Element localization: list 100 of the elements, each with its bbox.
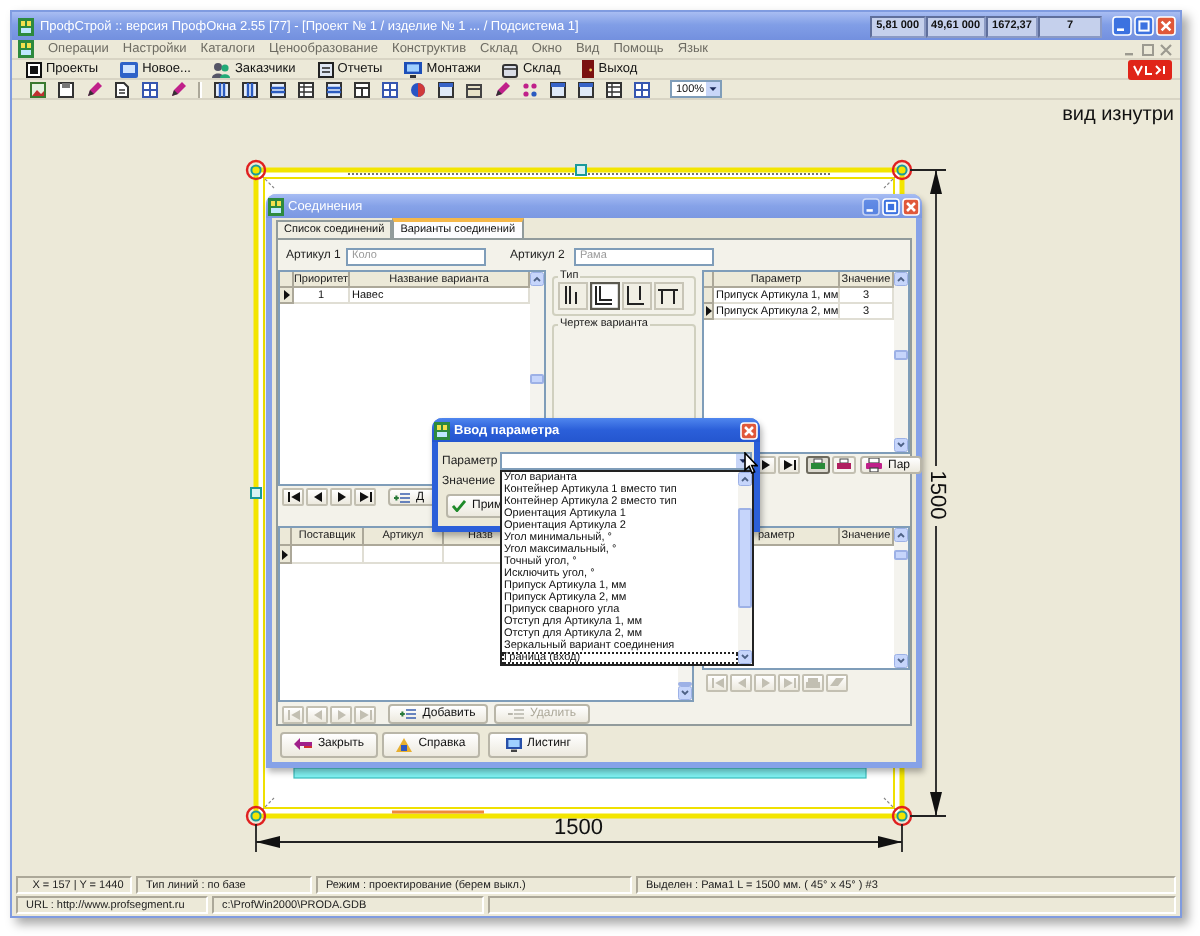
pencil-icon[interactable]: [170, 81, 186, 97]
joint-type-button[interactable]: [654, 282, 684, 310]
minimize-button[interactable]: [862, 197, 880, 215]
corner-marker[interactable]: [891, 159, 913, 181]
columns-icon[interactable]: [242, 81, 258, 97]
skip-back-icon: [287, 492, 299, 502]
last-record-button[interactable]: [778, 456, 800, 474]
print-toggle-button[interactable]: [832, 456, 856, 474]
screen-icon: [120, 61, 139, 77]
monitor-icon: [505, 737, 522, 751]
joint-type-button[interactable]: [622, 282, 652, 310]
skip-back-icon: [287, 709, 299, 719]
table-cell[interactable]: [292, 546, 364, 564]
skip-forward-icon: [359, 709, 371, 719]
triangle-left-icon: [313, 492, 321, 502]
add-row-icon: [400, 708, 417, 720]
scroll-up-button[interactable]: [894, 272, 908, 286]
maximize-button[interactable]: [1134, 16, 1154, 36]
grid-icon[interactable]: [142, 81, 158, 97]
dots-icon[interactable]: [522, 81, 538, 97]
scrollbar[interactable]: [738, 472, 752, 664]
triangle-right-icon: [761, 460, 769, 470]
row-indicator[interactable]: [280, 546, 292, 564]
scroll-down-button[interactable]: [894, 438, 908, 452]
scroll-up-button[interactable]: [738, 472, 752, 486]
print-toggle-button[interactable]: [806, 456, 830, 474]
grid-icon[interactable]: [634, 81, 650, 97]
triangle-right-icon: [282, 549, 288, 559]
scrollbar-thumb[interactable]: [530, 373, 544, 383]
skip-back-icon: [711, 677, 723, 687]
skip-forward-icon: [359, 492, 371, 502]
last-record-button[interactable]: [354, 488, 376, 506]
corner-marker[interactable]: [245, 805, 267, 827]
minimize-button[interactable]: [1112, 16, 1132, 36]
previous-record-button[interactable]: [306, 488, 328, 506]
page-icon[interactable]: [114, 81, 130, 97]
monitor-icon: [404, 61, 423, 77]
printer-icon: [866, 458, 882, 472]
arrows-icon: [293, 738, 312, 750]
check-icon: [452, 500, 466, 512]
triangle-right-icon: [761, 677, 769, 687]
rows-icon[interactable]: [270, 81, 286, 97]
row-indicator[interactable]: [280, 288, 294, 304]
scrollbar[interactable]: [894, 528, 908, 668]
window-icon[interactable]: [550, 81, 566, 97]
next-record-button[interactable]: [330, 488, 352, 506]
row-indicator[interactable]: [704, 304, 714, 320]
dimension-label: 1500: [925, 470, 948, 520]
triangle-left-icon: [737, 677, 745, 687]
window-grid-icon: [18, 17, 34, 35]
frame-icon: [26, 61, 42, 77]
scroll-up-button[interactable]: [530, 272, 544, 286]
pencil-icon[interactable]: [86, 81, 102, 97]
picture-icon[interactable]: [30, 81, 46, 97]
columns-icon[interactable]: [214, 81, 230, 97]
joint-type-button[interactable]: [558, 282, 588, 310]
table-cell[interactable]: [364, 546, 444, 564]
scroll-down-button[interactable]: [894, 654, 908, 668]
pencil-icon[interactable]: [494, 81, 510, 97]
corner-marker[interactable]: [245, 159, 267, 181]
add-row-icon: [394, 491, 410, 503]
dropdown-arrow-icon[interactable]: [706, 82, 720, 96]
first-record-button[interactable]: [282, 488, 304, 506]
circle-icon[interactable]: [410, 81, 426, 97]
triangle-right-icon: [705, 306, 711, 316]
triangle-right-icon: [283, 290, 289, 300]
scroll-down-button[interactable]: [738, 650, 752, 664]
box-icon[interactable]: [466, 81, 482, 97]
joint-type-button[interactable]: [590, 282, 620, 310]
document-icon: [317, 61, 334, 77]
table-icon[interactable]: [298, 81, 314, 97]
rows-icon[interactable]: [326, 81, 342, 97]
midpoint-marker[interactable]: [250, 487, 262, 499]
scroll-down-button[interactable]: [678, 686, 692, 700]
midpoint-marker[interactable]: [575, 164, 587, 176]
grid-icon[interactable]: [382, 81, 398, 97]
window-icon[interactable]: [438, 81, 454, 97]
triangle-left-icon: [313, 709, 321, 719]
triangle-right-icon: [337, 492, 345, 502]
scroll-up-button[interactable]: [894, 528, 908, 542]
maximize-button[interactable]: [882, 197, 900, 215]
tee-icon[interactable]: [354, 81, 370, 97]
skip-forward-icon: [783, 460, 795, 470]
people-icon: [212, 61, 231, 77]
printer-icon: [806, 677, 820, 687]
dimension-label: 1500: [554, 818, 603, 840]
corner-marker[interactable]: [891, 805, 913, 827]
scrollbar-thumb[interactable]: [738, 507, 752, 608]
table-icon[interactable]: [606, 81, 622, 97]
door-icon: [582, 60, 595, 78]
scrollbar-thumb[interactable]: [894, 549, 908, 560]
window-icon[interactable]: [578, 81, 594, 97]
scrollbar-thumb[interactable]: [894, 349, 908, 360]
triangle-right-icon: [337, 709, 345, 719]
eraser-icon: [830, 677, 844, 687]
window-grid-icon: [268, 197, 284, 215]
scrollbar[interactable]: [894, 272, 908, 452]
shapes-icon: [396, 737, 413, 751]
table-header-corner: [704, 272, 714, 288]
table-header-corner: [280, 528, 292, 546]
